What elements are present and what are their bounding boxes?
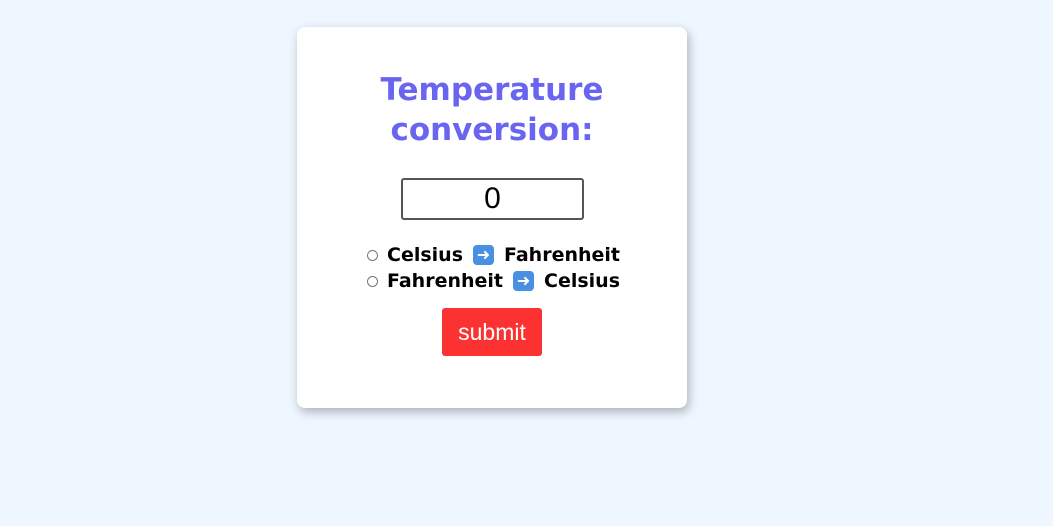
conversion-options: Celsius ➜ Fahrenheit Fahrenheit ➜ Celsiu… [367, 242, 667, 294]
radio-fahrenheit-to-celsius[interactable] [367, 275, 378, 287]
temperature-input[interactable] [401, 178, 584, 220]
page-title: Temperature conversion: [380, 72, 604, 148]
option-fahrenheit-to-celsius[interactable]: Fahrenheit ➜ Celsius [367, 268, 667, 294]
option-to-label: Celsius [544, 270, 621, 292]
radio-celsius-to-fahrenheit[interactable] [367, 249, 378, 261]
option-from-label: Fahrenheit [387, 270, 504, 292]
submit-button[interactable]: submit [442, 308, 542, 356]
option-celsius-to-fahrenheit[interactable]: Celsius ➜ Fahrenheit [367, 242, 667, 268]
right-arrow-icon: ➜ [473, 245, 494, 265]
conversion-card: Temperature conversion: Celsius ➜ Fahren… [297, 27, 687, 408]
option-from-label: Celsius [387, 244, 463, 266]
option-to-label: Fahrenheit [504, 244, 621, 266]
right-arrow-icon: ➜ [513, 271, 535, 291]
